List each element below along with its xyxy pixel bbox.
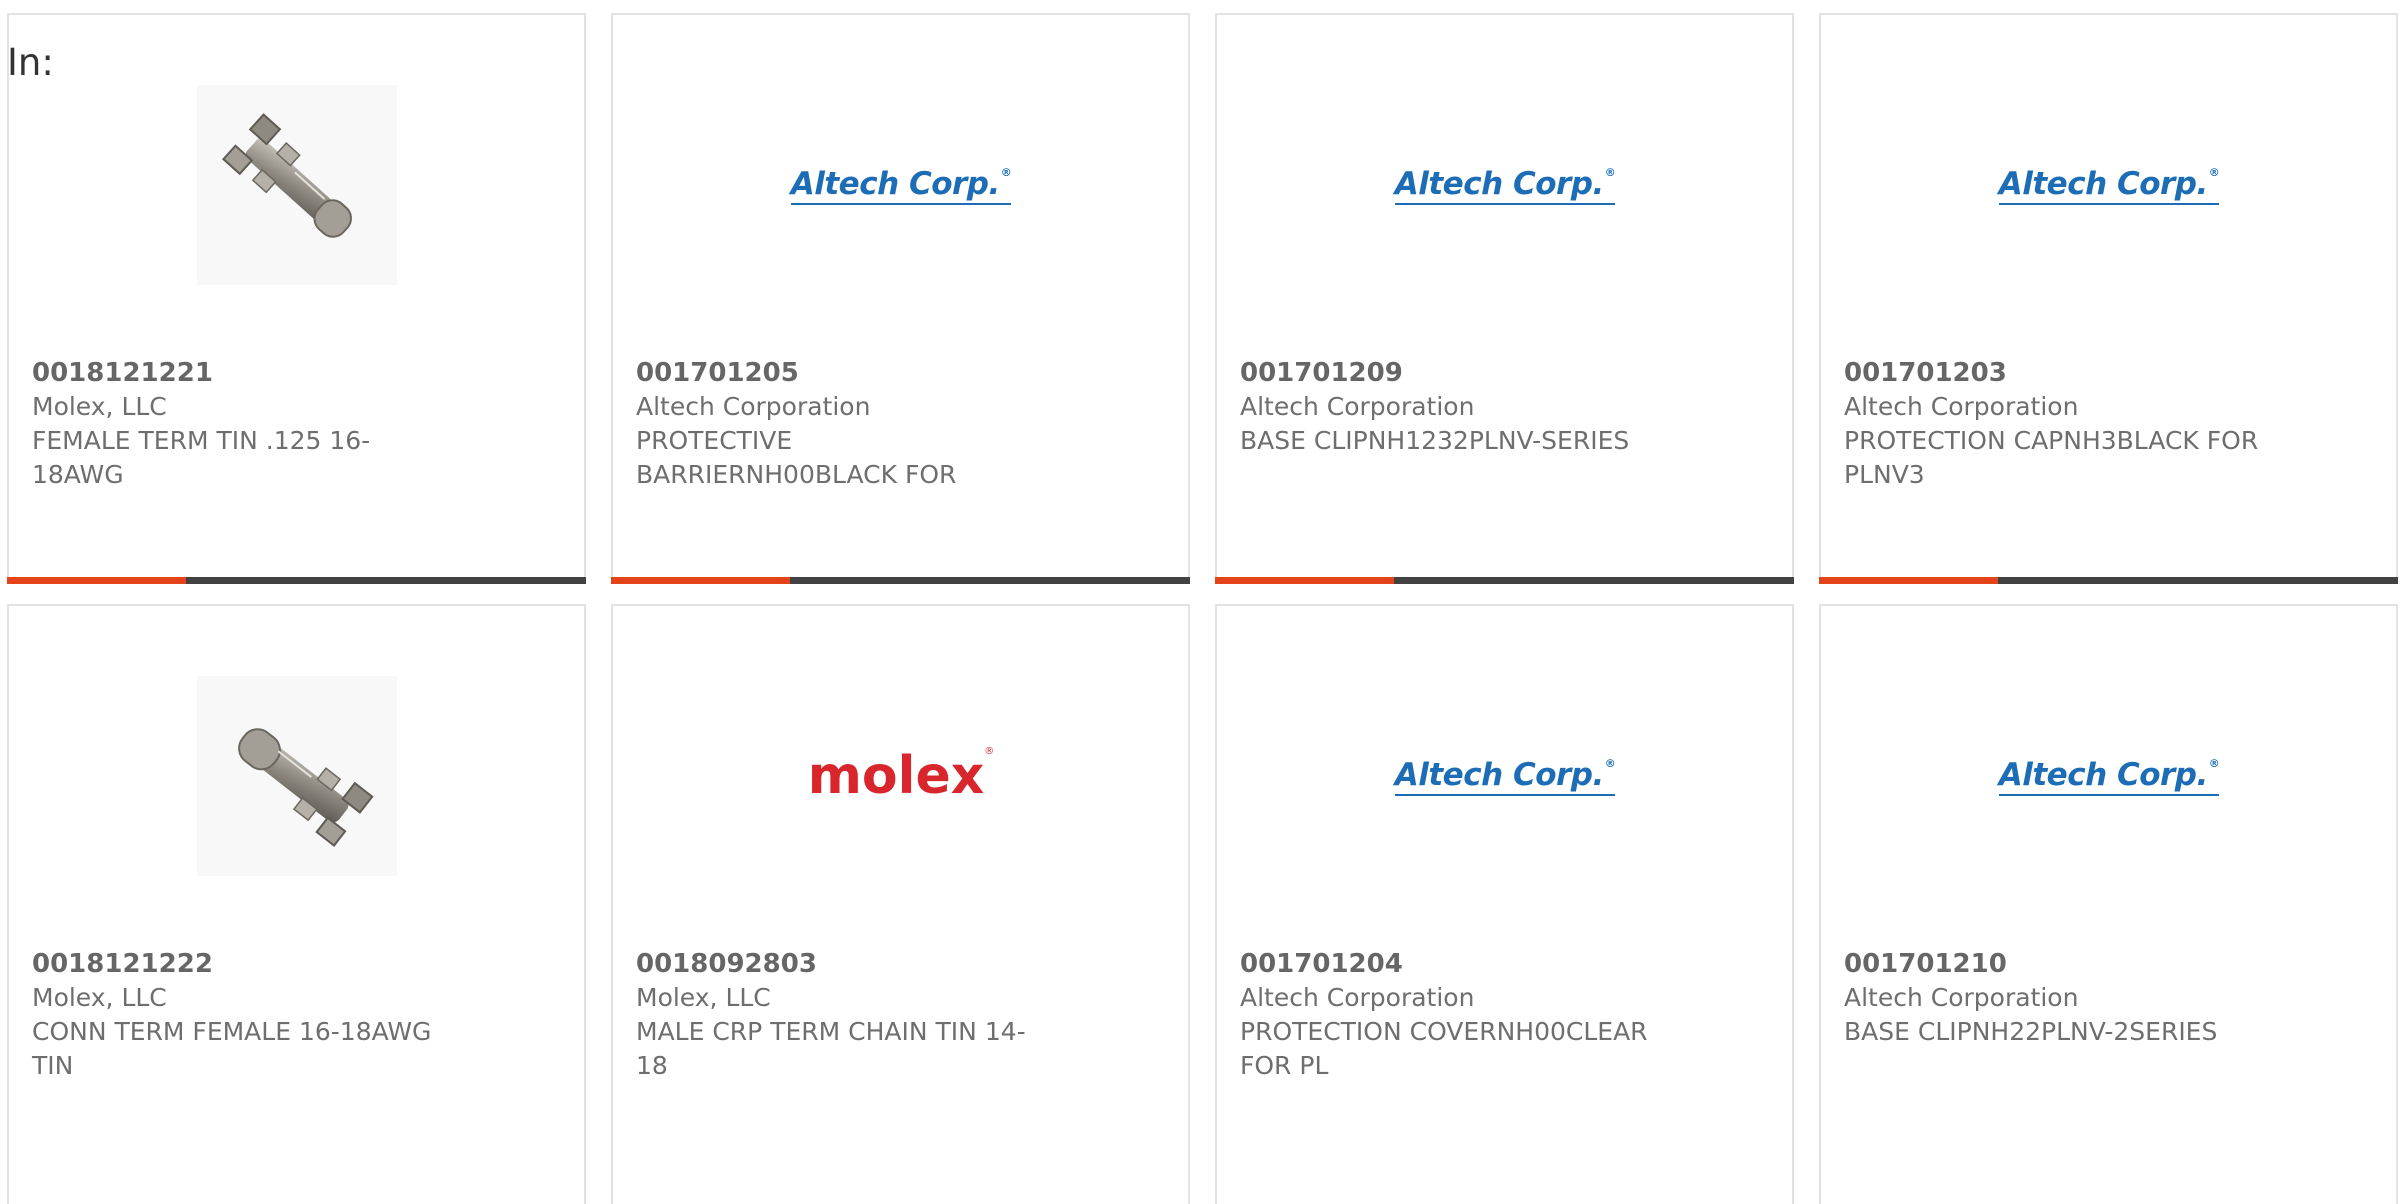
altech-logo: Altech Corp.®: [790, 166, 1012, 205]
product-card[interactable]: Altech Corp.® 001701209 Altech Corporati…: [1215, 13, 1794, 584]
filter-label: In:: [7, 41, 54, 84]
product-card[interactable]: Altech Corp.® 001701205 Altech Corporati…: [611, 13, 1190, 584]
part-number[interactable]: 001701209: [1240, 356, 1660, 390]
manufacturer-name: Molex, LLC: [636, 983, 771, 1012]
progress-bar: [1215, 577, 1794, 584]
product-description: PROTECTIVE BARRIERNH00BLACK FOR: [636, 426, 957, 489]
product-description: PROTECTION COVERNH00CLEAR FOR PL: [1240, 1017, 1648, 1080]
product-image: Altech Corp.®: [1394, 85, 1616, 285]
product-description: CONN TERM FEMALE 16-18AWG TIN: [32, 1017, 432, 1080]
product-image: Altech Corp.®: [1998, 676, 2220, 876]
product-card[interactable]: molex® 0018092803 Molex, LLC MALE CRP TE…: [611, 604, 1190, 1204]
progress-bar: [611, 577, 1190, 584]
altech-logo: Altech Corp.®: [1998, 757, 2220, 796]
part-number[interactable]: 0018121221: [32, 356, 452, 390]
part-number[interactable]: 001701210: [1844, 947, 2264, 981]
manufacturer-name: Altech Corporation: [1844, 392, 2079, 421]
part-number[interactable]: 0018121222: [32, 947, 452, 981]
part-number[interactable]: 001701203: [1844, 356, 2264, 390]
molex-logo: molex®: [807, 746, 995, 806]
part-number[interactable]: 0018092803: [636, 947, 1056, 981]
manufacturer-name: Altech Corporation: [1240, 392, 1475, 421]
product-image: [197, 85, 397, 285]
crimp-terminal-photo: [197, 85, 397, 285]
altech-logo: Altech Corp.®: [1394, 166, 1616, 205]
product-description: BASE CLIPNH1232PLNV-SERIES: [1240, 426, 1630, 455]
product-description: BASE CLIPNH22PLNV-2SERIES: [1844, 1017, 2218, 1046]
progress-fill: [611, 577, 791, 584]
product-description: FEMALE TERM TIN .125 16-18AWG: [32, 426, 371, 489]
product-card[interactable]: 0018121221 Molex, LLC FEMALE TERM TIN .1…: [7, 13, 586, 584]
product-image: [197, 676, 397, 876]
progress-fill: [1215, 577, 1395, 584]
product-card[interactable]: 0018121222 Molex, LLC CONN TERM FEMALE 1…: [7, 604, 586, 1204]
product-grid: 0018121221 Molex, LLC FEMALE TERM TIN .1…: [7, 13, 2400, 1204]
manufacturer-name: Altech Corporation: [1844, 983, 2079, 1012]
progress-fill: [7, 577, 187, 584]
progress-bar: [7, 577, 586, 584]
product-image: Altech Corp.®: [790, 85, 1012, 285]
product-image: Altech Corp.®: [1394, 676, 1616, 876]
product-image: Altech Corp.®: [1998, 85, 2220, 285]
progress-fill: [1819, 577, 1999, 584]
product-card[interactable]: Altech Corp.® 001701204 Altech Corporati…: [1215, 604, 1794, 1204]
altech-logo: Altech Corp.®: [1394, 757, 1616, 796]
manufacturer-name: Molex, LLC: [32, 983, 167, 1012]
altech-logo: Altech Corp.®: [1998, 166, 2220, 205]
product-card[interactable]: Altech Corp.® 001701203 Altech Corporati…: [1819, 13, 2398, 584]
part-number[interactable]: 001701205: [636, 356, 1056, 390]
product-card[interactable]: Altech Corp.® 001701210 Altech Corporati…: [1819, 604, 2398, 1204]
manufacturer-name: Altech Corporation: [636, 392, 871, 421]
product-description: PROTECTION CAPNH3BLACK FOR PLNV3: [1844, 426, 2259, 489]
product-image: molex®: [801, 676, 1001, 876]
manufacturer-name: Altech Corporation: [1240, 983, 1475, 1012]
manufacturer-name: Molex, LLC: [32, 392, 167, 421]
crimp-terminal-photo: [197, 676, 397, 876]
product-description: MALE CRP TERM CHAIN TIN 14-18: [636, 1017, 1026, 1080]
part-number[interactable]: 001701204: [1240, 947, 1660, 981]
progress-bar: [1819, 577, 2398, 584]
